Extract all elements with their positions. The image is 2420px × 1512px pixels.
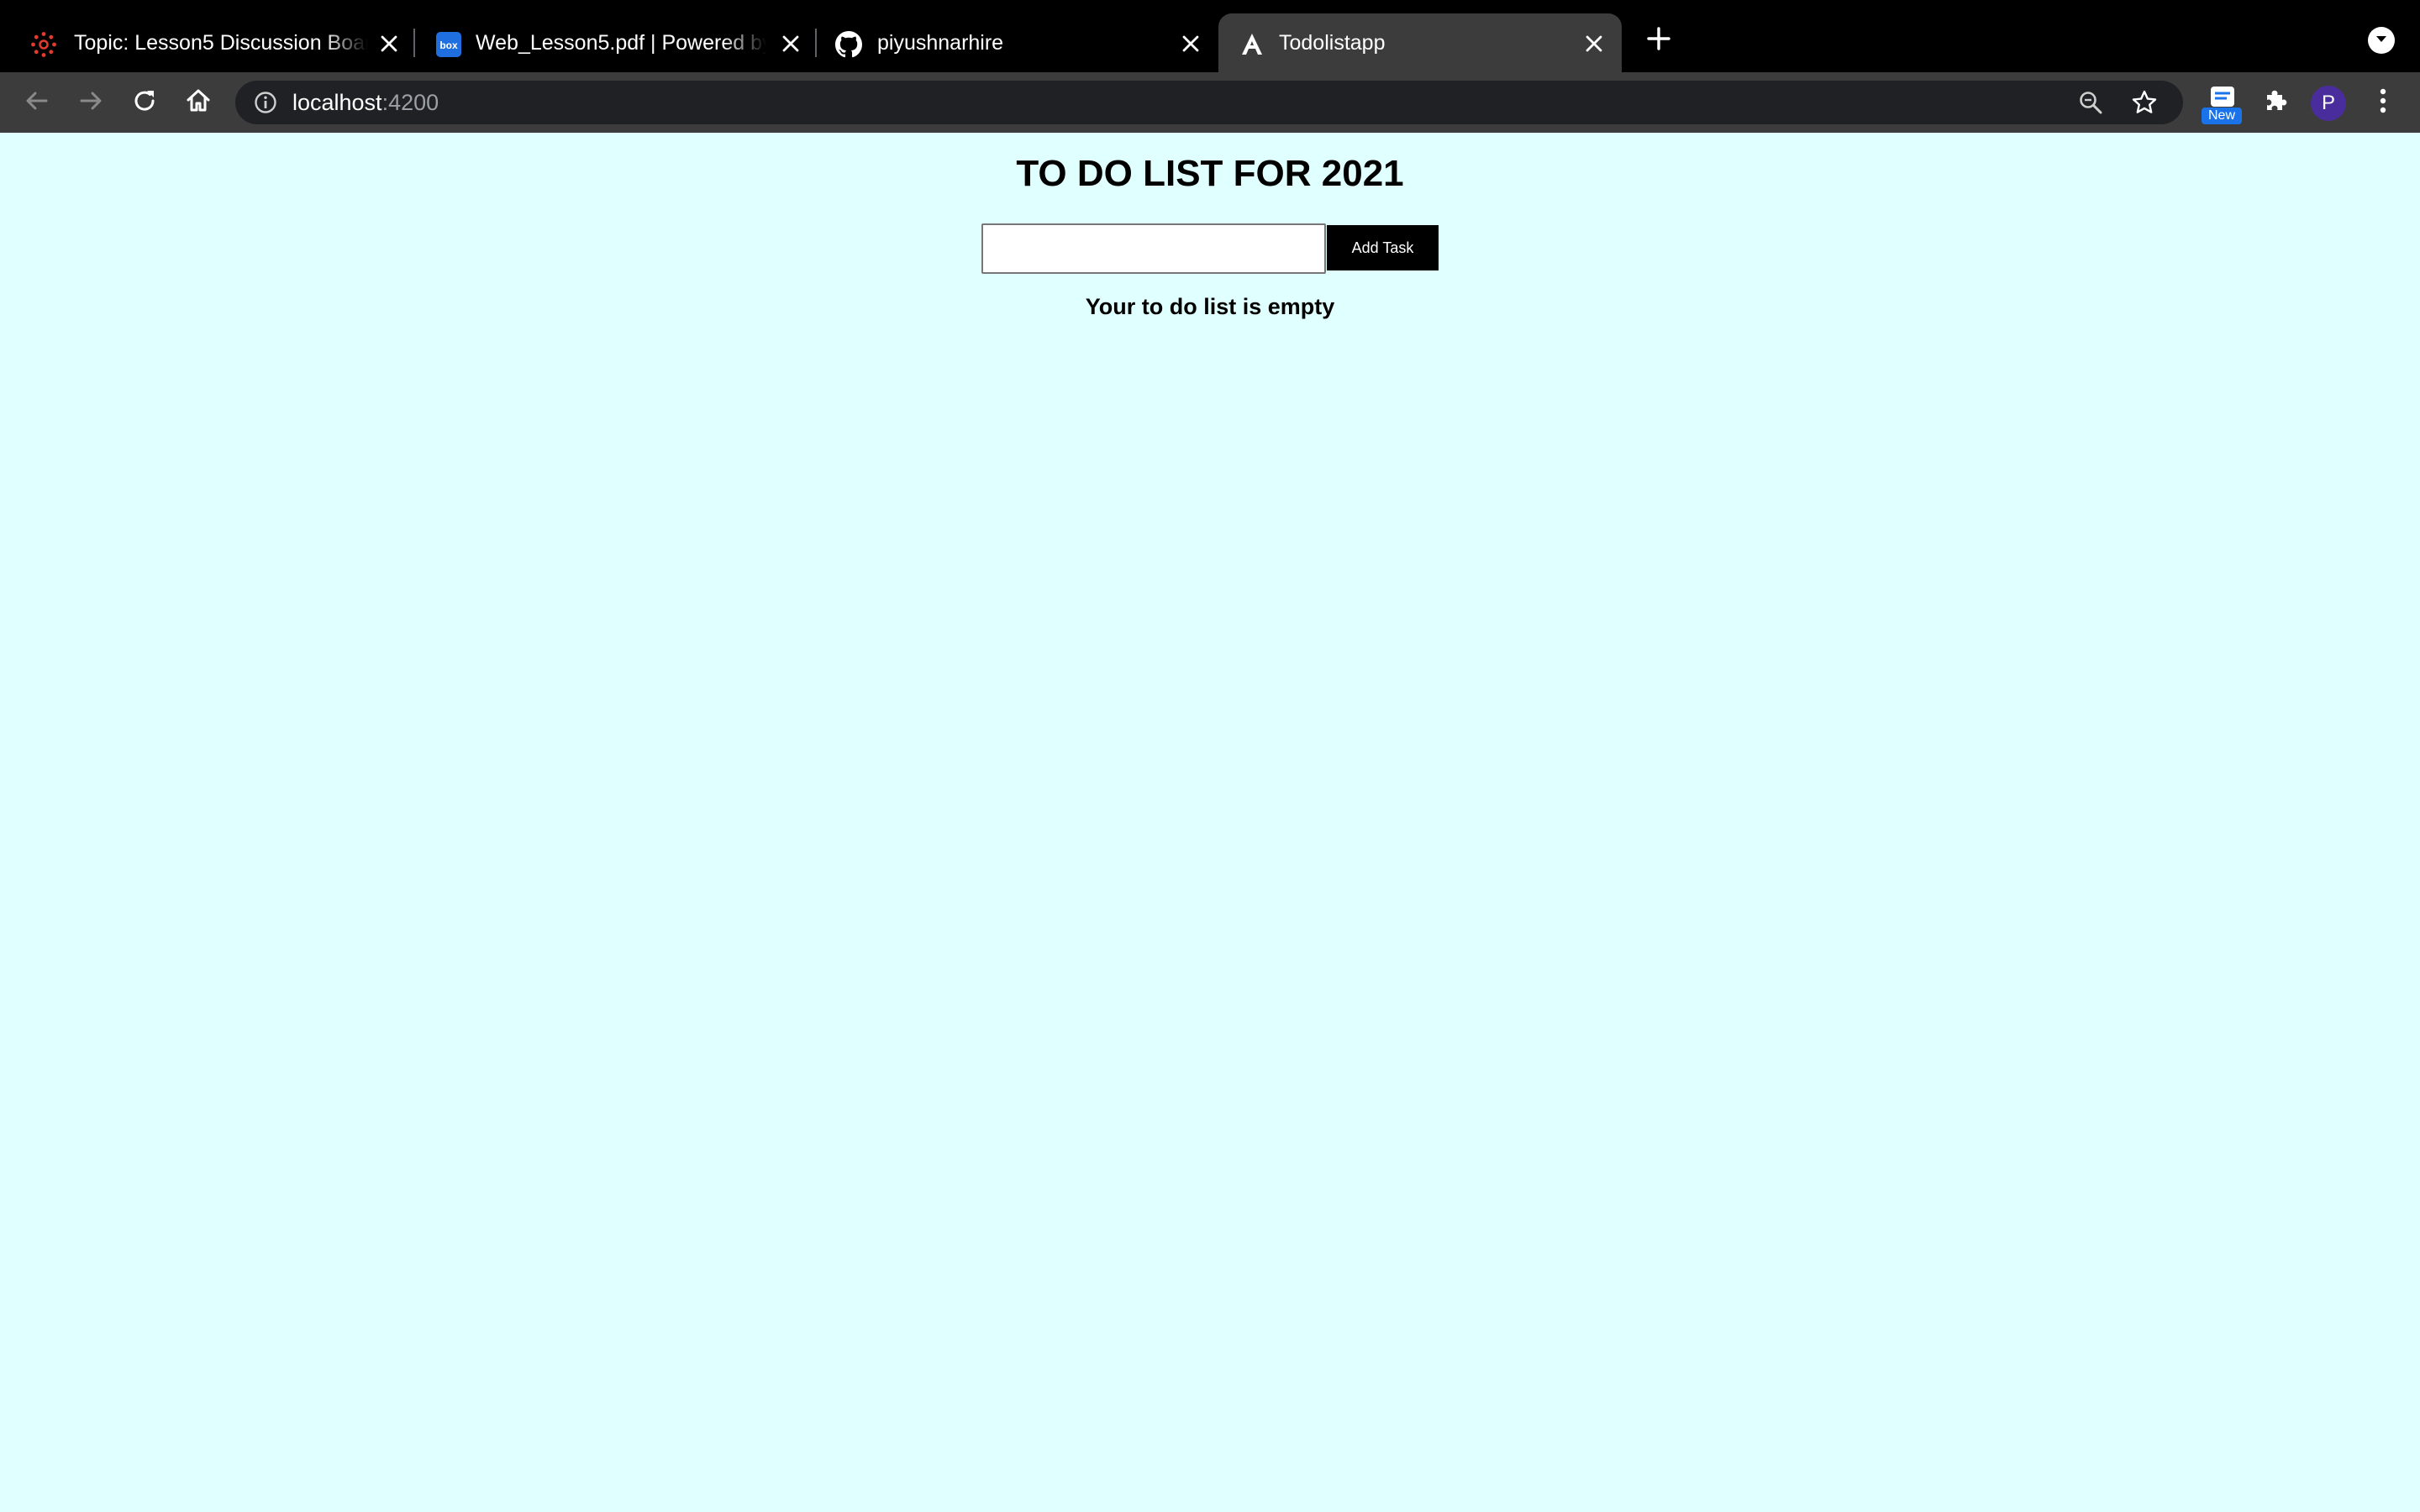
box-logo-icon: box [435, 31, 462, 58]
tab-title: Todolistapp [1279, 31, 1386, 55]
reload-button[interactable] [128, 86, 161, 119]
tab-strip: Topic: Lesson5 Discussion Board box Web_… [0, 0, 2420, 72]
extension-button[interactable]: New [2200, 84, 2244, 124]
github-logo-icon [835, 31, 862, 58]
page-content: TO DO LIST FOR 2021 Add Task Your to do … [0, 133, 2420, 1512]
url-port: :4200 [381, 90, 439, 115]
close-tab-icon[interactable] [1178, 31, 1203, 56]
plus-icon [1647, 26, 1670, 55]
tab-title: Topic: Lesson5 Discussion Board [74, 31, 368, 55]
tab-search-button[interactable] [2368, 27, 2395, 54]
new-tab-button[interactable] [1642, 24, 1676, 57]
back-button[interactable] [20, 86, 54, 119]
reload-icon [131, 87, 158, 118]
forward-button[interactable] [74, 86, 108, 119]
close-tab-icon[interactable] [778, 31, 803, 56]
extensions-button[interactable] [2259, 86, 2292, 119]
task-input[interactable] [981, 223, 1326, 274]
chevron-down-icon [2374, 31, 2389, 50]
close-tab-icon[interactable] [376, 31, 402, 56]
home-icon [185, 87, 212, 118]
address-url[interactable]: localhost:4200 [292, 81, 439, 124]
kebab-menu-icon [2379, 87, 2387, 118]
tab-github-piyushnarhire[interactable]: piyushnarhire [815, 13, 1218, 72]
arrow-right-icon [78, 88, 103, 118]
url-host: localhost [292, 90, 382, 115]
empty-list-message: Your to do list is empty [1085, 294, 1335, 319]
tab-title: Web_Lesson5.pdf | Powered by Box [476, 31, 766, 55]
profile-avatar[interactable]: P [2311, 86, 2346, 121]
tab-title: piyushnarhire [877, 31, 1004, 55]
info-icon[interactable] [254, 91, 277, 114]
puzzle-piece-icon [2262, 87, 2289, 118]
add-task-button[interactable]: Add Task [1327, 225, 1439, 270]
address-bar[interactable]: localhost:4200 [235, 81, 2183, 124]
tab-todolistapp[interactable]: Todolistapp [1218, 13, 1622, 72]
bookmark-star-icon[interactable] [2129, 87, 2160, 118]
tab-web-lesson5-pdf[interactable]: box Web_Lesson5.pdf | Powered by Box [412, 13, 815, 72]
zoom-icon[interactable] [2075, 87, 2106, 118]
arrow-left-icon [24, 88, 50, 118]
browser-toolbar: localhost:4200 New P [0, 72, 2420, 133]
tab-lesson5-discussion[interactable]: Topic: Lesson5 Discussion Board [0, 13, 412, 72]
svg-text:box: box [439, 39, 458, 51]
close-tab-icon[interactable] [1581, 31, 1607, 56]
new-badge: New [2202, 108, 2242, 124]
page-title: TO DO LIST FOR 2021 [1016, 153, 1404, 194]
home-button[interactable] [182, 86, 215, 119]
canvas-logo-icon [30, 31, 57, 58]
angular-logo-icon [1239, 31, 1265, 58]
browser-menu-button[interactable] [2366, 86, 2400, 119]
